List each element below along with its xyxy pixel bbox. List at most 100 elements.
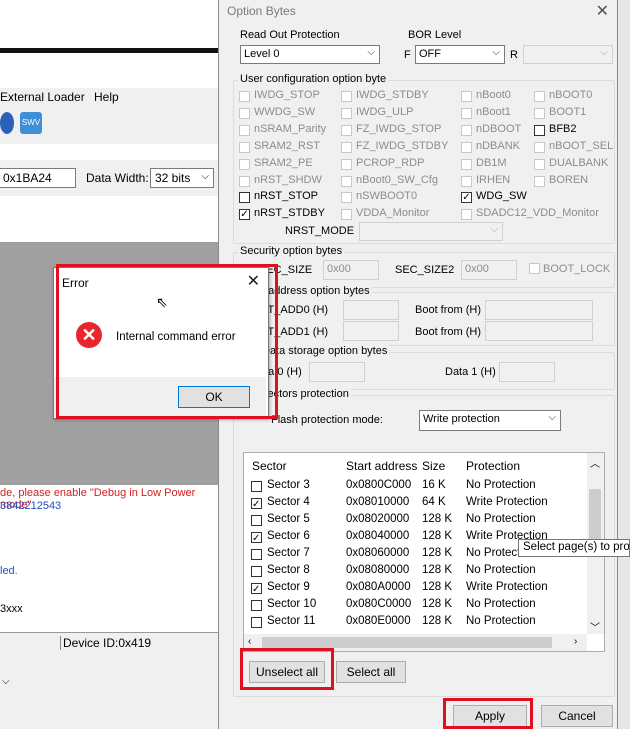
select-all-button[interactable]: Select all xyxy=(336,661,406,683)
checkbox-dualbank[interactable] xyxy=(534,159,545,170)
column-header-sector[interactable]: Sector xyxy=(252,459,287,473)
sector-checkbox[interactable] xyxy=(251,481,262,492)
table-row[interactable]: Sector 3 0x0800C000 16 K No Protection xyxy=(244,478,587,495)
table-row[interactable]: Sector 10 0x080C0000 128 K No Protection xyxy=(244,597,587,614)
checkbox-sdadc12-vdd-monitor[interactable] xyxy=(461,209,472,220)
checkbox-vdda-monitor[interactable] xyxy=(341,209,352,220)
app-header-bar xyxy=(0,48,218,53)
checkbox-ndbank[interactable] xyxy=(461,142,472,153)
column-header-size[interactable]: Size xyxy=(422,459,445,473)
checkbox-nrst-stdby[interactable]: ✓ xyxy=(239,209,250,220)
checkbox-wwdg-sw[interactable] xyxy=(239,108,250,119)
sector-checkbox[interactable] xyxy=(251,549,262,560)
checkbox-nboot1[interactable] xyxy=(461,108,472,119)
checkbox-nboot0-sw-cfg[interactable] xyxy=(341,176,352,187)
cancel-button[interactable]: Cancel xyxy=(541,705,613,727)
checkbox-bfb2[interactable] xyxy=(534,125,545,136)
checkbox-fz-iwdg-stop[interactable] xyxy=(341,125,352,136)
checkbox-label: FZ_IWDG_STOP xyxy=(356,123,442,135)
address-input[interactable]: 0x1BA24 xyxy=(0,168,76,188)
sector-checkbox[interactable]: ✓ xyxy=(251,532,262,544)
checkbox-sram2-pe[interactable] xyxy=(239,159,250,170)
cell-size: 128 K xyxy=(422,581,453,593)
column-header-protection[interactable]: Protection xyxy=(466,459,520,473)
chevron-down-icon[interactable]: ⌵ xyxy=(2,676,10,687)
scroll-left-icon[interactable]: ‹ xyxy=(248,636,251,647)
checkbox-nrst-shdw[interactable] xyxy=(239,176,250,187)
sector-checkbox[interactable]: ✓ xyxy=(251,583,262,595)
scroll-up-icon[interactable]: ︿ xyxy=(590,455,600,470)
checkbox-nboot0[interactable] xyxy=(534,91,545,102)
checkbox-irhen[interactable] xyxy=(461,176,472,187)
checkbox-boren[interactable] xyxy=(534,176,545,187)
boot-lock-checkbox[interactable] xyxy=(529,263,540,274)
boot-add1-field[interactable] xyxy=(343,321,399,341)
cell-addr: 0x080E0000 xyxy=(346,615,411,627)
hscrollbar-thumb[interactable] xyxy=(262,637,552,648)
address-row: 0x1BA24 Data Width: 32 bits ⌵ xyxy=(0,160,218,196)
chevron-down-icon: ⌵ xyxy=(600,47,608,58)
boot-from-field-0[interactable] xyxy=(485,300,593,320)
check-icon: ✓ xyxy=(252,499,261,510)
cell-prot: Write Protection xyxy=(466,581,548,593)
close-icon[interactable]: ✕ xyxy=(596,1,609,21)
check-icon: ✓ xyxy=(252,533,261,544)
scroll-down-icon[interactable]: ﹀ xyxy=(590,619,600,634)
sector-checkbox[interactable] xyxy=(251,515,262,526)
table-row[interactable]: ✓ Sector 4 0x08010000 64 K Write Protection xyxy=(244,495,587,512)
checkbox-iwdg-ulp[interactable] xyxy=(341,108,352,119)
data-width-select[interactable]: 32 bits ⌵ xyxy=(150,168,214,188)
data0-field[interactable] xyxy=(309,362,365,382)
sec-size-field[interactable]: 0x00 xyxy=(323,260,379,280)
cell-sector: Sector 5 xyxy=(267,513,310,525)
scrollbar-thumb[interactable] xyxy=(589,489,601,539)
boot-from-field-1[interactable] xyxy=(485,321,593,341)
checkbox-nboot-sel[interactable] xyxy=(534,142,545,153)
checkbox-ndboot[interactable] xyxy=(461,125,472,136)
checkbox-nswboot0[interactable] xyxy=(341,192,352,203)
flash-protection-mode-select[interactable]: Write protection ⌵ xyxy=(419,410,561,431)
menu-external-loader[interactable]: External Loader xyxy=(0,90,85,104)
cell-sector: Sector 9 xyxy=(267,581,310,593)
status-bar: Device ID:0x419 xyxy=(0,632,218,653)
checkbox-label: PCROP_RDP xyxy=(356,157,425,169)
swv-icon[interactable]: SWV xyxy=(20,112,42,134)
boot-add0-field[interactable] xyxy=(343,300,399,320)
read-out-protection-select[interactable]: Level 0 ⌵ xyxy=(240,45,380,64)
checkbox-pcrop-rdp[interactable] xyxy=(341,159,352,170)
column-header-start-address[interactable]: Start address xyxy=(346,459,417,473)
log-line: 3xxx xyxy=(0,603,23,615)
sector-checkbox[interactable] xyxy=(251,566,262,577)
checkbox-nsram-parity[interactable] xyxy=(239,125,250,136)
boot-from-label: Boot from (H) xyxy=(415,326,482,338)
checkbox-boot1[interactable] xyxy=(534,108,545,119)
checkbox-label: DB1M xyxy=(476,157,507,169)
bor-level-label: BOR Level xyxy=(408,29,462,41)
sector-checkbox[interactable]: ✓ xyxy=(251,498,262,510)
sec-size2-field[interactable]: 0x00 xyxy=(461,260,517,280)
menu-bar: External Loader Help xyxy=(0,88,218,108)
gear-icon[interactable] xyxy=(0,112,14,134)
checkbox-sram2-rst[interactable] xyxy=(239,142,250,153)
checkbox-db1m[interactable] xyxy=(461,159,472,170)
menu-help[interactable]: Help xyxy=(94,90,119,104)
cell-addr: 0x0800C000 xyxy=(346,479,412,491)
sector-checkbox[interactable] xyxy=(251,600,262,611)
checkbox-iwdg-stdby[interactable] xyxy=(341,91,352,102)
checkbox-wdg-sw[interactable]: ✓ xyxy=(461,192,472,203)
table-row[interactable]: Sector 8 0x08080000 128 K No Protection xyxy=(244,563,587,580)
checkbox-nboot0[interactable] xyxy=(461,91,472,102)
data1-field[interactable] xyxy=(499,362,555,382)
checkbox-label: nSRAM_Parity xyxy=(254,123,327,135)
bor-f-select[interactable]: OFF ⌵ xyxy=(415,45,505,64)
table-row[interactable]: Sector 11 0x080E0000 128 K No Protection xyxy=(244,614,587,631)
scroll-right-icon[interactable]: › xyxy=(574,636,577,647)
bor-r-select[interactable]: ⌵ xyxy=(523,45,613,64)
nrst-mode-select[interactable]: ⌵ xyxy=(359,222,503,241)
checkbox-fz-iwdg-stdby[interactable] xyxy=(341,142,352,153)
table-row[interactable]: ✓ Sector 9 0x080A0000 128 K Write Protection xyxy=(244,580,587,597)
checkbox-nrst-stop[interactable] xyxy=(239,192,250,203)
checkbox-iwdg-stop[interactable] xyxy=(239,91,250,102)
sector-checkbox[interactable] xyxy=(251,617,262,628)
table-row[interactable]: Sector 5 0x08020000 128 K No Protection xyxy=(244,512,587,529)
